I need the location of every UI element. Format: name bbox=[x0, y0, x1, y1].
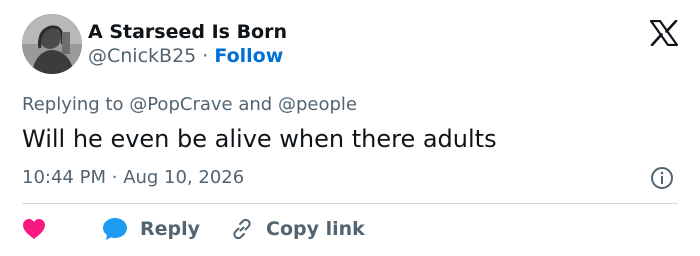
user-info: A Starseed Is Born @CnickB25 · Follow bbox=[88, 20, 287, 68]
reply-label: Reply bbox=[140, 218, 201, 240]
mention-popcrave[interactable]: @PopCrave bbox=[129, 94, 232, 115]
x-logo-icon[interactable] bbox=[650, 20, 678, 46]
display-name[interactable]: A Starseed Is Born bbox=[88, 20, 287, 44]
avatar[interactable] bbox=[22, 14, 82, 74]
tweet-date: Aug 10, 2026 bbox=[123, 167, 245, 188]
meta-separator: · bbox=[111, 167, 118, 188]
replying-conjunction: and bbox=[238, 94, 273, 115]
action-bar: Reply Copy link bbox=[22, 214, 391, 244]
avatar-image bbox=[22, 14, 82, 74]
tweet-text: Will he even be alive when there adults bbox=[22, 125, 497, 153]
mention-people[interactable]: @people bbox=[278, 94, 357, 115]
replying-prefix: Replying to bbox=[22, 94, 124, 115]
heart-icon bbox=[23, 219, 45, 239]
replying-to: Replying to @PopCrave and @people bbox=[22, 93, 357, 117]
info-icon[interactable] bbox=[650, 166, 674, 190]
reply-bubble-icon bbox=[103, 218, 127, 240]
divider bbox=[22, 203, 678, 204]
copy-link-button[interactable]: Copy link bbox=[230, 217, 365, 241]
tweet-header: A Starseed Is Born @CnickB25 · Follow bbox=[22, 14, 287, 74]
copy-link-label: Copy link bbox=[266, 218, 365, 240]
tweet-embed-card: A Starseed Is Born @CnickB25 · Follow Re… bbox=[0, 0, 700, 256]
like-button[interactable] bbox=[22, 218, 46, 240]
handle-separator: · bbox=[202, 45, 209, 67]
link-icon bbox=[233, 218, 251, 240]
user-handle[interactable]: @CnickB25 bbox=[88, 45, 196, 67]
handle-line: @CnickB25 · Follow bbox=[88, 44, 287, 68]
reply-button[interactable]: Reply bbox=[102, 217, 200, 241]
tweet-time: 10:44 PM bbox=[22, 167, 106, 188]
follow-button[interactable]: Follow bbox=[214, 45, 283, 67]
tweet-timestamp[interactable]: 10:44 PM · Aug 10, 2026 bbox=[22, 165, 244, 191]
